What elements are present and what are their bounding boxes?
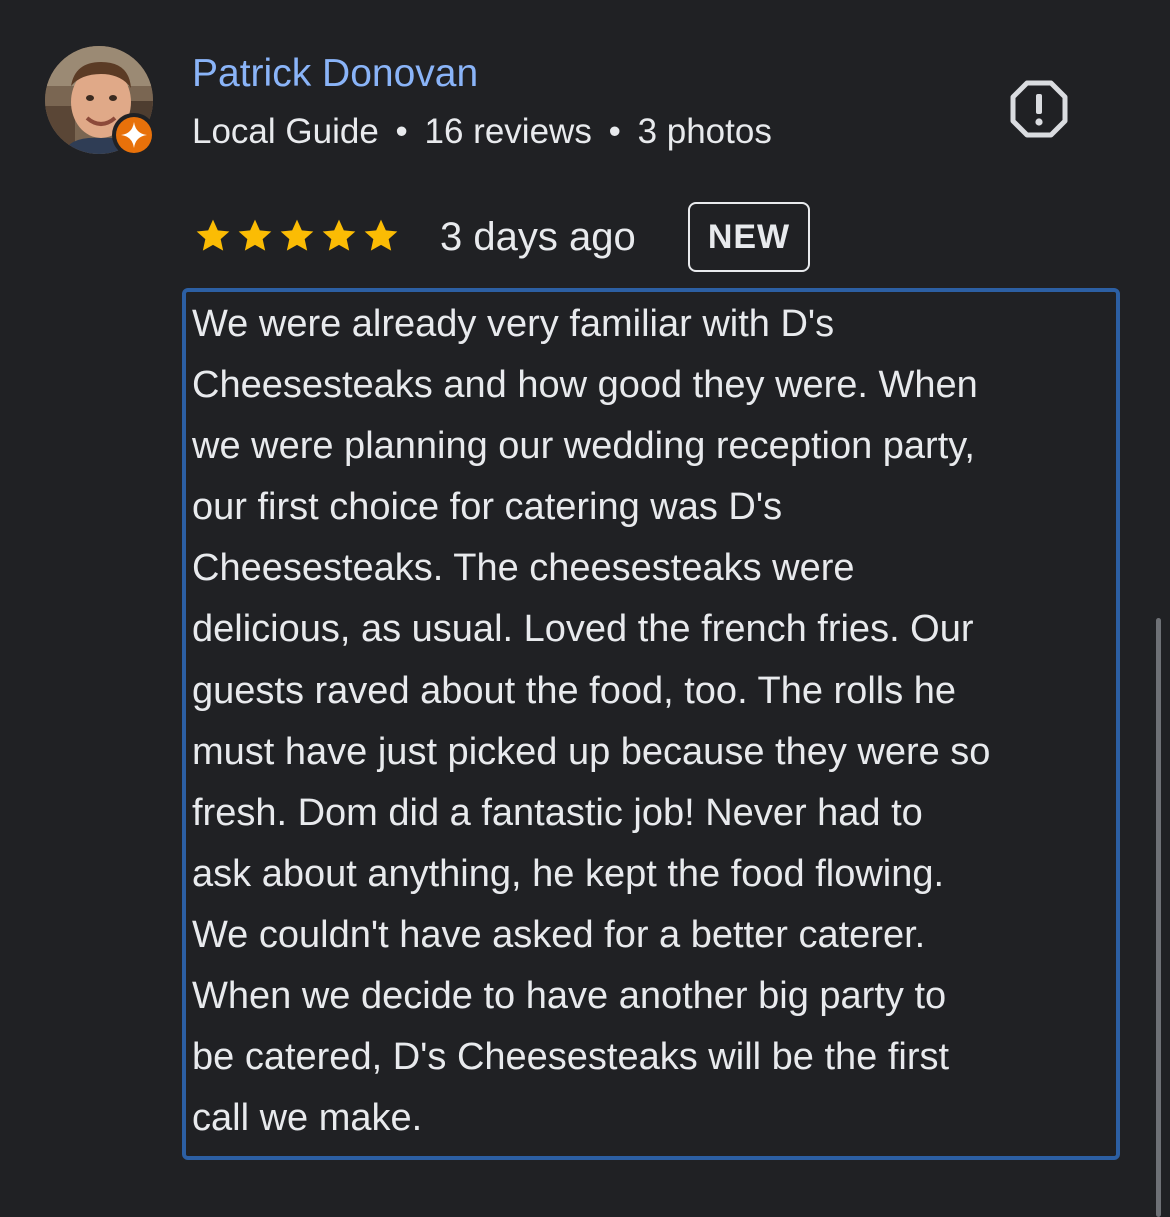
review-text-line: We couldn't have asked for a better cate… <box>192 913 926 956</box>
star-icon <box>196 219 230 251</box>
star-icon <box>364 219 398 251</box>
reviewer-meta: Local Guide • 16 reviews • 3 photos <box>192 110 772 154</box>
local-guide-star-icon <box>121 122 147 148</box>
star-icon <box>238 219 272 251</box>
new-badge: NEW <box>688 202 810 272</box>
review-text-line: guests raved about the food, too. The ro… <box>192 669 957 712</box>
meta-separator: • <box>395 112 408 151</box>
report-flag-icon <box>1010 80 1068 138</box>
local-guide-label: Local Guide <box>192 112 379 151</box>
meta-separator: • <box>608 112 621 151</box>
review-text-line: ask about anything, he kept the food flo… <box>192 852 945 895</box>
review-count: 16 reviews <box>424 112 592 151</box>
review-text-line: When we decide to have another big party… <box>192 975 947 1018</box>
review-text-line: Cheesesteaks and how good they were. Whe… <box>192 364 978 407</box>
review-text-line: We were already very familiar with D's <box>192 303 835 345</box>
review-text-line: must have just picked up because they we… <box>192 730 991 773</box>
review-text-line: fresh. Dom did a fantastic job! Never ha… <box>192 791 923 834</box>
review-text-line: we were planning our wedding reception p… <box>192 425 975 468</box>
review-text-line: be catered, D's Cheesesteaks will be the… <box>192 1036 950 1079</box>
review-text-line: delicious, as usual. Loved the french fr… <box>192 608 974 651</box>
photo-count: 3 photos <box>637 112 772 151</box>
star-icon <box>280 219 314 251</box>
reviewer-name[interactable]: Patrick Donovan <box>192 50 478 98</box>
report-review-button[interactable] <box>1008 78 1070 140</box>
scrollbar-thumb[interactable] <box>1156 618 1161 1217</box>
review-text: We were already very familiar with D's Ch… <box>192 294 1114 1149</box>
review-date: 3 days ago <box>440 215 636 259</box>
review-text-line: our first choice for catering was D's <box>192 486 783 529</box>
review-text-line: Cheesesteaks. The cheesesteaks were <box>192 547 855 590</box>
local-guide-badge <box>112 113 156 157</box>
star-rating <box>193 216 401 256</box>
star-icon <box>322 219 356 251</box>
review-text-line: call we make. <box>192 1097 423 1140</box>
